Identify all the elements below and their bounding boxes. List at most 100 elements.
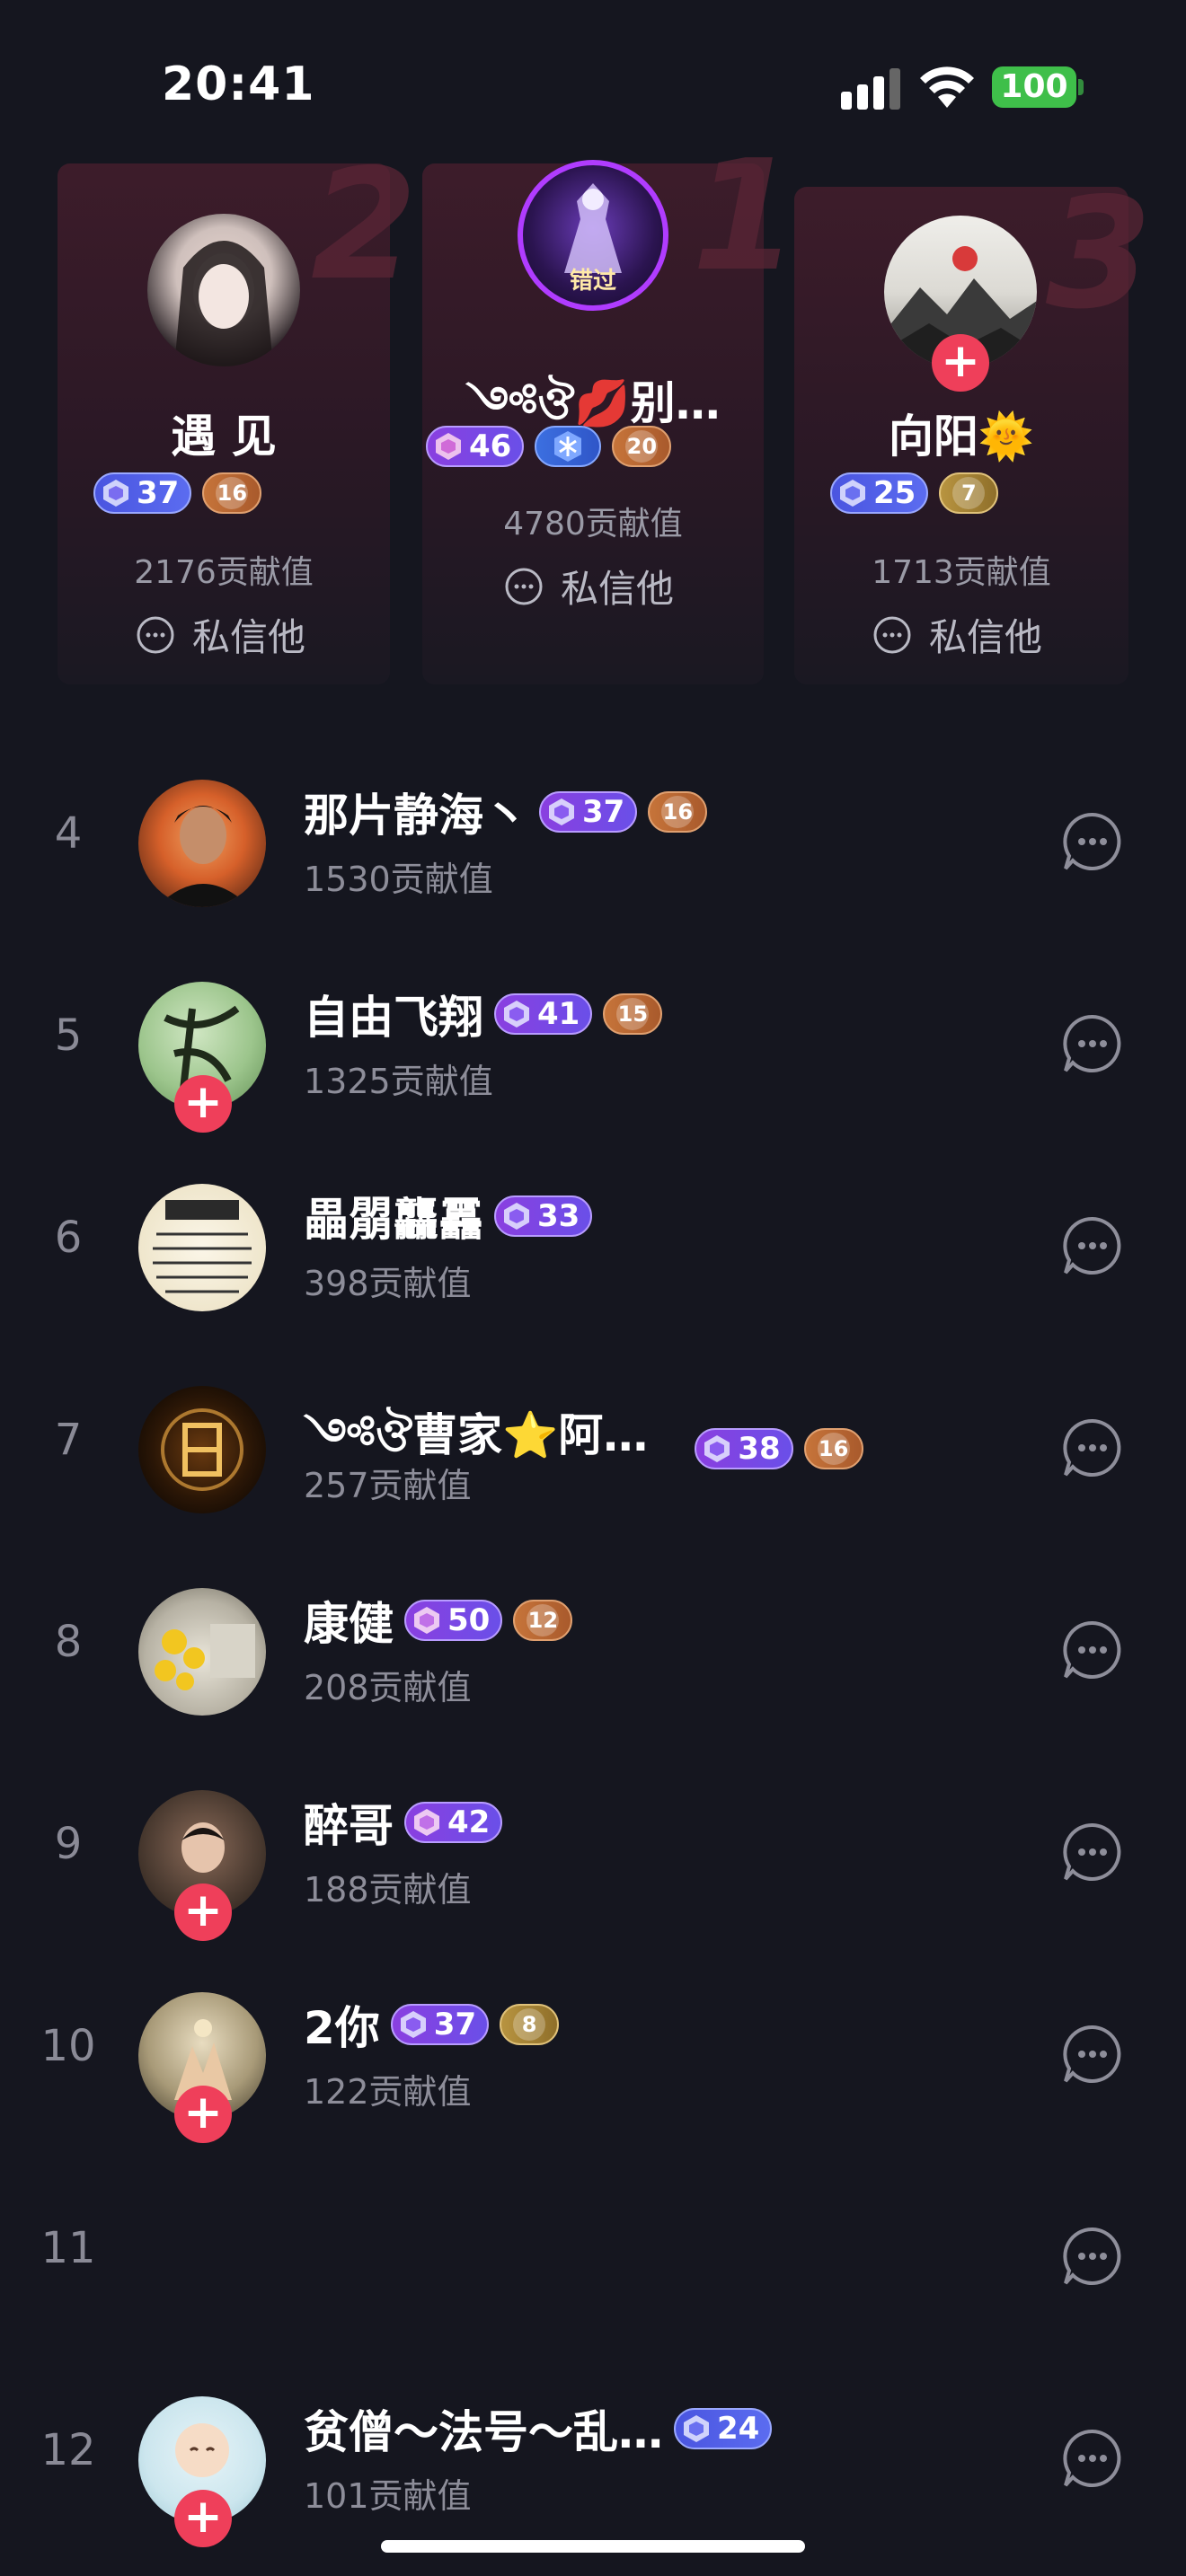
avatar[interactable] <box>138 1184 266 1311</box>
list-item[interactable]: 7 ༺ঔ曹家⭐阿… 38 16 257贡献值 <box>0 1341 1186 1543</box>
chat-bubble-icon <box>873 616 911 653</box>
chat-bubble-icon <box>137 616 174 653</box>
name-row: 醉哥 42 <box>304 1790 503 1855</box>
chat-bubble-icon[interactable] <box>1060 1416 1125 1480</box>
fan-level-number: 16 <box>216 477 249 509</box>
level-number: 38 <box>738 1431 781 1467</box>
user-name: 2你 <box>304 2002 380 2054</box>
fan-badge: 16 <box>648 791 708 833</box>
chat-bubble-icon[interactable] <box>1060 1618 1125 1682</box>
avatar-text-image <box>153 1200 252 1293</box>
podium-card-rank-3[interactable]: 3 + 向阳🌞 25 7 1713贡献值 私信他 <box>794 165 1152 684</box>
rank-number: 7 <box>54 1415 83 1465</box>
chat-bubble-icon[interactable] <box>1060 2224 1125 2289</box>
rank-number: 9 <box>54 1819 83 1869</box>
hexagon-icon <box>704 1435 730 1462</box>
contribution-value: 188贡献值 <box>304 1870 472 1910</box>
rank-numeral: 3 <box>1046 165 1153 343</box>
list-item[interactable]: 6 畾朤龘靐 33 398贡献值 <box>0 1139 1186 1341</box>
message-label: 私信他 <box>561 567 675 611</box>
contribution-value: 257贡献值 <box>304 1466 472 1505</box>
podium-card-rank-1[interactable]: 1 错过 ༺ঔ💋别… 46 20 4780贡献值 私信他 <box>422 128 798 684</box>
rank-number: 11 <box>40 2223 96 2273</box>
fan-badge: 16 <box>803 1428 863 1469</box>
status-bar: 20:41 100 <box>0 0 1186 171</box>
avatar[interactable] <box>138 1588 266 1716</box>
hexagon-icon <box>103 480 128 507</box>
battery-tip <box>1078 79 1084 95</box>
follow-button[interactable]: + <box>174 2086 232 2143</box>
level-badge: 42 <box>404 1802 503 1843</box>
level-number: 42 <box>447 1804 491 1840</box>
chat-bubble-icon[interactable] <box>1060 1213 1125 1278</box>
level-badge: 25 <box>830 472 929 514</box>
follow-button[interactable]: + <box>932 334 989 392</box>
wifi-icon <box>920 66 974 108</box>
rank-number: 6 <box>54 1213 83 1263</box>
level-badge: 37 <box>539 791 638 833</box>
follow-button[interactable]: + <box>174 1075 232 1133</box>
contribution-value: 4780贡献值 <box>503 506 683 543</box>
user-name: 醉哥 <box>304 1800 394 1852</box>
hexagon-icon <box>414 1607 439 1634</box>
hexagon-icon <box>504 1001 529 1028</box>
name-row: 康健 50 12 <box>304 1588 573 1653</box>
fan-level-number: 16 <box>817 1433 850 1465</box>
fan-badge: 12 <box>513 1600 573 1641</box>
chat-bubble-icon[interactable] <box>1060 1820 1125 1884</box>
snowflake-badge <box>535 426 602 467</box>
signal-icon <box>841 68 900 110</box>
contribution-value: 1530贡献值 <box>304 860 493 899</box>
avatar[interactable]: 错过 <box>518 160 668 311</box>
podium-name: 向阳🌞 <box>888 410 1035 463</box>
hexagon-icon <box>504 1203 529 1230</box>
message-button[interactable]: 私信他 <box>135 607 305 662</box>
chat-bubble-icon[interactable] <box>1060 1011 1125 1076</box>
hexagon-icon <box>400 2011 426 2038</box>
contribution-value: 101贡献值 <box>304 2476 472 2516</box>
list-item[interactable]: 9 + 醉哥 42 188贡献值 <box>0 1745 1186 1947</box>
podium-name: 遇 见 <box>171 410 277 463</box>
chat-bubble-icon[interactable] <box>1060 2426 1125 2491</box>
message-button[interactable]: 私信他 <box>872 607 1042 662</box>
list-item[interactable]: 5 + 自由飞翔 41 15 1325贡献值 <box>0 937 1186 1139</box>
home-indicator[interactable] <box>381 2540 805 2553</box>
hexagon-icon <box>436 433 461 460</box>
follow-button[interactable]: + <box>174 1883 232 1941</box>
fan-badge: 16 <box>202 472 262 514</box>
user-name: 康健 <box>304 1598 394 1650</box>
rank-number: 12 <box>40 2425 96 2475</box>
avatar-emblem <box>161 1408 243 1491</box>
battery-icon: 100 <box>992 66 1076 108</box>
name-row: 2你 37 8 <box>304 1992 560 2057</box>
podium-card-rank-2[interactable]: 2 遇 见 37 16 2176贡献值 私信他 <box>58 137 417 684</box>
list-item[interactable]: 10 + 2你 37 8 122贡献值 <box>0 1947 1186 2149</box>
level-number: 37 <box>433 2007 477 2042</box>
contribution-value: 1713贡献值 <box>872 554 1051 591</box>
fan-level-number: 12 <box>527 1604 560 1636</box>
avatar[interactable] <box>138 780 266 907</box>
list-item[interactable]: 4 那片静海丶 37 16 1530贡献值 <box>0 735 1186 937</box>
message-button[interactable]: 私信他 <box>503 559 674 613</box>
name-row: 畾朤龘靐 33 <box>304 1184 593 1248</box>
chat-bubble-icon[interactable] <box>1060 2022 1125 2086</box>
follow-button[interactable]: + <box>174 2490 232 2547</box>
avatar-portrait <box>174 241 273 366</box>
level-badge: 46 <box>426 426 525 467</box>
fan-level-number: 7 <box>952 477 986 509</box>
name-row: 贫僧～法号～乱… 24 <box>304 2396 773 2461</box>
level-number: 41 <box>537 996 580 1032</box>
chat-bubble-icon[interactable] <box>1060 809 1125 874</box>
list-item[interactable]: 12 + 贫僧～法号～乱… 24 101贡献值 <box>0 2351 1186 2554</box>
level-badge: 33 <box>494 1195 593 1237</box>
rank-number: 10 <box>40 2021 96 2071</box>
contribution-value: 208贡献值 <box>304 1668 472 1707</box>
level-number: 25 <box>873 475 916 511</box>
podium-badges: 25 7 <box>830 472 999 514</box>
level-number: 37 <box>137 475 180 511</box>
list-item[interactable]: 8 康健 50 12 208贡献值 <box>0 1543 1186 1745</box>
avatar[interactable] <box>138 1386 266 1513</box>
list-item[interactable]: 11 <box>0 2149 1186 2351</box>
avatar[interactable] <box>147 214 300 366</box>
contribution-value: 1325贡献值 <box>304 1062 493 1101</box>
